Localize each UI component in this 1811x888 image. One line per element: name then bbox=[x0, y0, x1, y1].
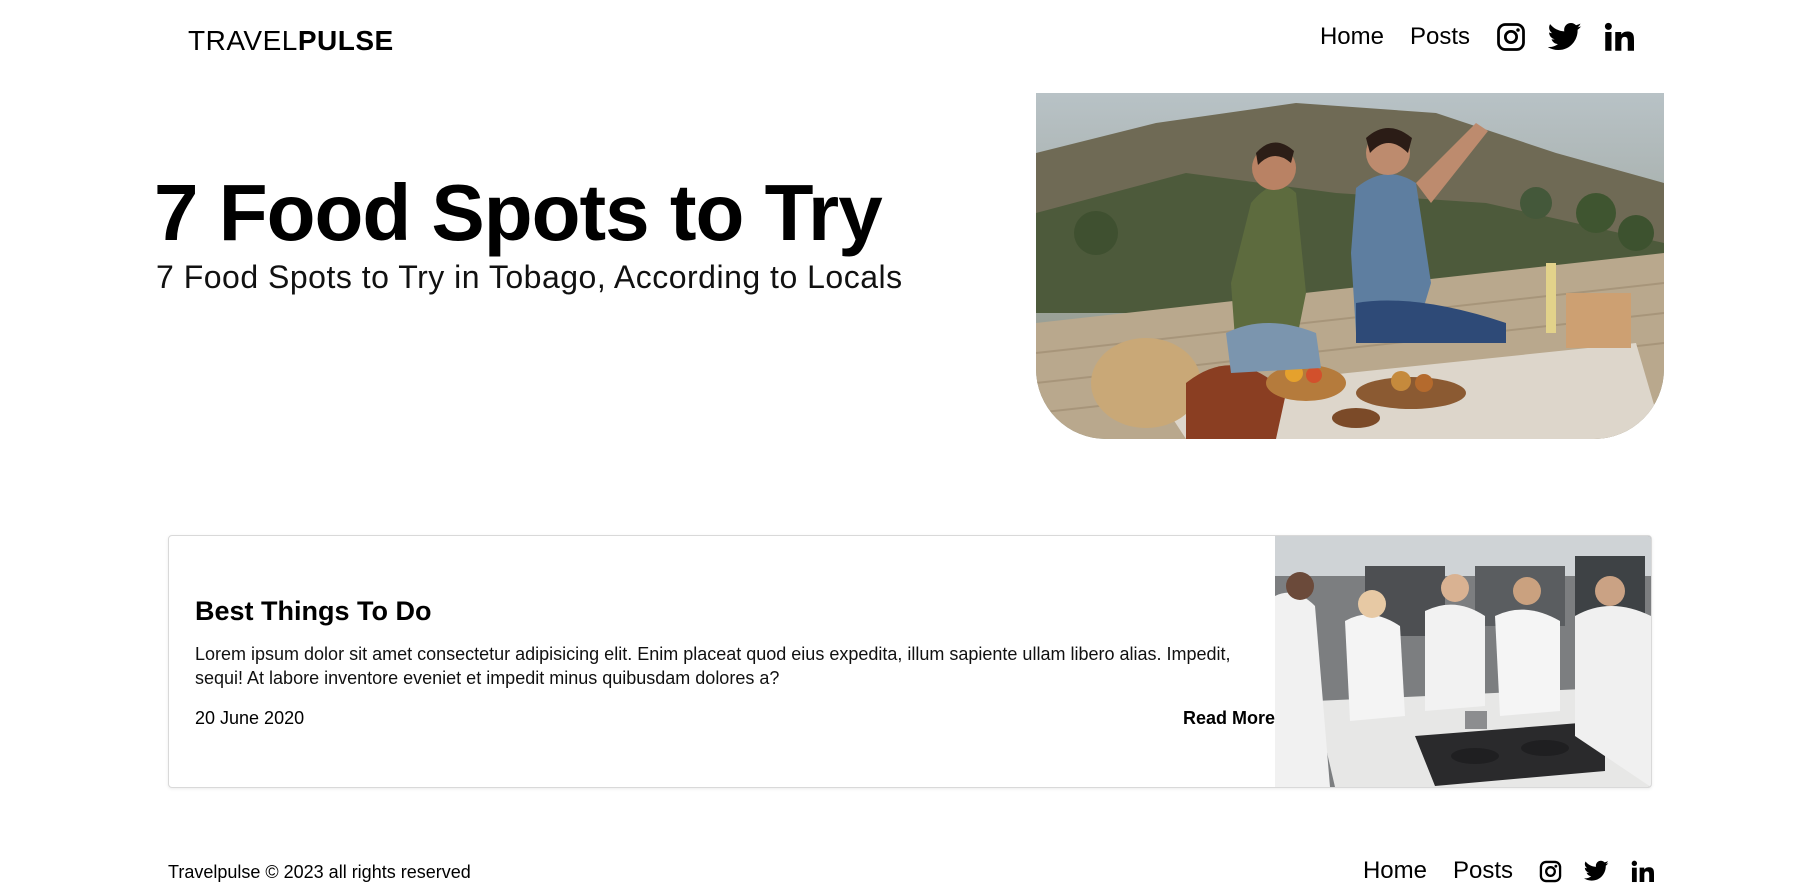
instagram-icon[interactable] bbox=[1539, 860, 1562, 883]
read-more-link[interactable]: Read More bbox=[1183, 706, 1275, 730]
footer-copyright: Travelpulse © 2023 all rights reserved bbox=[168, 862, 471, 882]
footer-posts-link[interactable]: Posts bbox=[1453, 856, 1513, 886]
picnic-illustration bbox=[1036, 93, 1664, 439]
twitter-icon[interactable] bbox=[1548, 22, 1582, 52]
nav-home-link[interactable]: Home bbox=[1320, 22, 1384, 52]
twitter-icon[interactable] bbox=[1584, 860, 1609, 882]
post-card-date: 20 June 2020 bbox=[195, 708, 305, 728]
hero-picnic-image bbox=[1036, 93, 1664, 439]
main-nav: Home Posts bbox=[1320, 22, 1634, 52]
footer-nav: Home Posts bbox=[1363, 856, 1654, 886]
footer-home-link[interactable]: Home bbox=[1363, 856, 1427, 886]
linkedin-icon[interactable] bbox=[1604, 22, 1634, 52]
chefs-kitchen-illustration bbox=[1275, 536, 1651, 787]
instagram-icon[interactable] bbox=[1496, 22, 1526, 52]
social-icons bbox=[1496, 22, 1634, 52]
site-logo[interactable]: TRAVELPULSE bbox=[188, 26, 394, 56]
post-card-title[interactable]: Best Things To Do bbox=[195, 594, 432, 628]
hero-subtitle: 7 Food Spots to Try in Tobago, According… bbox=[156, 259, 903, 295]
post-card-chefs-image bbox=[1275, 536, 1651, 787]
hero-title: 7 Food Spots to Try bbox=[154, 168, 883, 257]
footer-social-icons bbox=[1539, 860, 1654, 883]
nav-posts-link[interactable]: Posts bbox=[1410, 22, 1470, 52]
linkedin-icon[interactable] bbox=[1631, 860, 1654, 883]
post-card[interactable]: Best Things To Do Lorem ipsum dolor sit … bbox=[168, 535, 1652, 788]
logo-text-bold: PULSE bbox=[297, 25, 394, 56]
post-card-excerpt: Lorem ipsum dolor sit amet consectetur a… bbox=[195, 644, 1231, 688]
post-card-body: Best Things To Do Lorem ipsum dolor sit … bbox=[195, 536, 1275, 787]
site-header: TRAVELPULSE Home Posts bbox=[0, 0, 1811, 80]
logo-text-light: TRAVEL bbox=[188, 25, 298, 56]
